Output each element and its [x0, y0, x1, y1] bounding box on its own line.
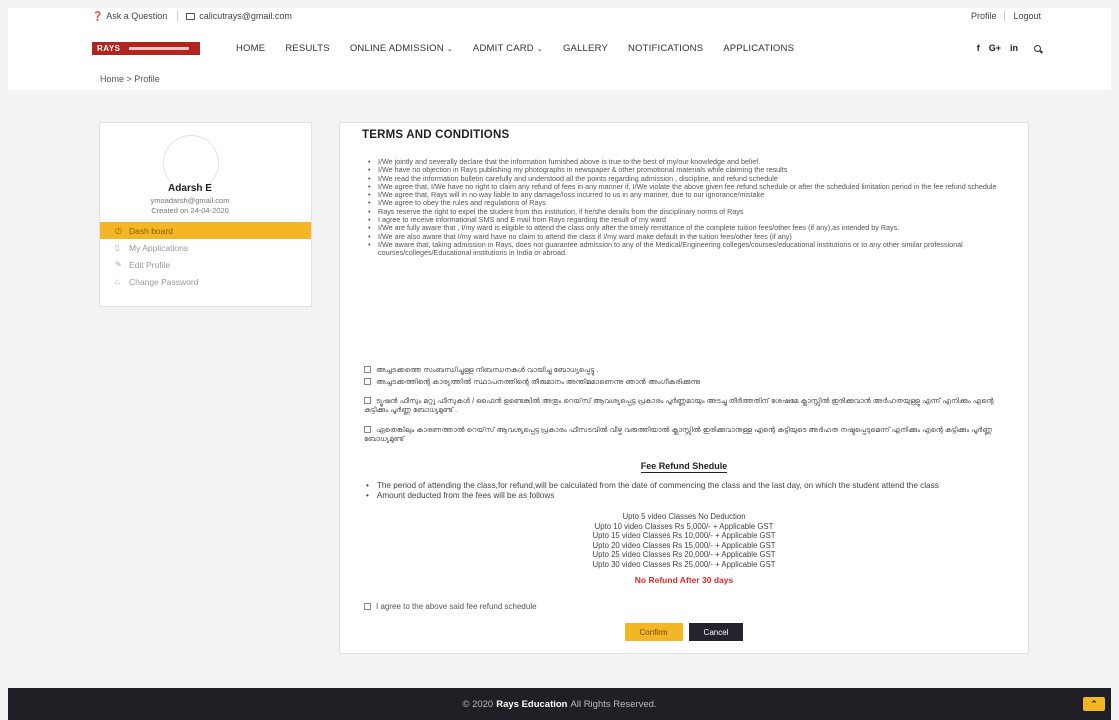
divider	[1004, 11, 1006, 21]
form-actions: Confirm Cancel	[340, 623, 1028, 641]
checkbox-label: അച്ചടക്കത്തിന്റെ കാര്യത്തിൽ സ്ഥാപനത്തിന്…	[376, 377, 701, 386]
confirm-button[interactable]: Confirm	[624, 623, 683, 641]
fee-para-1: The period of attending the class,for re…	[376, 481, 939, 490]
malayalam-check-3: ട്യൂഷൻ ഫീസും മറ്റു ഫീസുകൾ / ഫൈൻ ഉണ്ടെങ്ക…	[364, 396, 1014, 414]
nav-label: ONLINE ADMISSION	[349, 42, 444, 54]
checkbox[interactable]	[364, 426, 371, 433]
profile-name: Adarsh E	[168, 183, 212, 194]
sidebar-menu: ◷ Dash board ▯ My Applications ✎ Edit Pr…	[100, 222, 311, 290]
footer: © 2020 Rays Education All Rights Reserve…	[8, 688, 1111, 720]
checkbox-label: ഏതെങ്കിലും കാരണത്താൽ റെയ്‌സ് ആവശ്യപ്പെട്…	[364, 425, 992, 443]
nav-gallery[interactable]: GALLERY	[563, 43, 608, 54]
agree-refund-checkbox-row: I agree to the above said fee refund sch…	[364, 602, 537, 611]
chevron-up-icon: ⌃	[1090, 698, 1098, 709]
checkbox[interactable]	[364, 378, 371, 385]
bullet: •	[366, 490, 369, 500]
logo-text: RAYS	[97, 43, 121, 53]
chevron-down-icon: ⌄	[536, 45, 543, 53]
logo-tagline	[128, 46, 189, 50]
list-item: Upto 5 video Classes No Deduction	[622, 512, 746, 521]
sidebar-item-label: Change Password	[129, 276, 199, 287]
breadcrumb: Home > Profile	[100, 74, 160, 84]
sidebar-item-change-password[interactable]: ⌂ Change Password	[100, 273, 311, 290]
checkbox[interactable]	[364, 366, 371, 373]
scroll-to-top-button[interactable]: ⌃	[1083, 697, 1105, 711]
profile-email: ymoadarsh@gmail.com	[150, 196, 230, 205]
sidebar-item-my-applications[interactable]: ▯ My Applications	[100, 239, 311, 256]
email-link[interactable]: calicutrays@gmail.com	[186, 11, 292, 21]
nav-admit-card[interactable]: ADMIT CARD ⌄	[473, 43, 543, 54]
fee-refund-title: Fee Refund Shedule	[340, 461, 1028, 473]
copyright-text: All Rights Reserved.	[570, 698, 657, 710]
dashboard-icon: ◷	[115, 226, 122, 235]
nav-home[interactable]: HOME	[236, 43, 265, 54]
sidebar-item-edit-profile[interactable]: ✎ Edit Profile	[100, 256, 311, 273]
malayalam-check-1: അച്ചടക്കത്തെ സംബന്ധിച്ചുള്ള നിബന്ധനകൾ വാ…	[364, 365, 1014, 375]
footer-brand: Rays Education	[496, 698, 568, 710]
search-icon[interactable]	[1034, 44, 1041, 52]
nav-online-admission[interactable]: ONLINE ADMISSION ⌄	[350, 43, 453, 54]
list-item: Upto 20 video Classes Rs 15,000/- + Appl…	[592, 540, 776, 550]
linkedin-icon[interactable]: in	[1010, 43, 1018, 53]
list-item: Upto 10 video Classes Rs 5,000/- + Appli…	[594, 521, 774, 531]
profile-created-date: Created on 24-04-2020	[151, 206, 229, 215]
top-bar: ❓ Ask a Question calicutrays@gmail.com P…	[92, 8, 1041, 24]
ask-question-link[interactable]: ❓ Ask a Question	[92, 11, 167, 22]
page-title: TERMS AND CONDITIONS	[362, 129, 510, 141]
applications-icon: ▯	[115, 243, 120, 252]
agree-checkbox[interactable]	[364, 603, 371, 610]
profile-sidebar: Adarsh E ymoadarsh@gmail.com Created on …	[99, 122, 312, 307]
list-item: Upto 15 video Classes Rs 10,000/- + Appl…	[592, 531, 776, 541]
ask-question-label: Ask a Question	[106, 11, 168, 21]
sidebar-item-label: Edit Profile	[129, 259, 171, 270]
nav-label: ADMIT CARD	[472, 42, 534, 54]
cancel-button[interactable]: Cancel	[688, 623, 744, 641]
sidebar-item-dashboard[interactable]: ◷ Dash board	[100, 222, 311, 239]
nav-notifications[interactable]: NOTIFICATIONS	[628, 43, 703, 54]
list-item: Upto 30 video Classes Rs 25,000/- + Appl…	[592, 559, 776, 569]
checkbox-label: അച്ചടക്കത്തെ സംബന്ധിച്ചുള്ള നിബന്ധനകൾ വാ…	[376, 365, 599, 374]
facebook-icon[interactable]: f	[977, 43, 980, 53]
social-links: f G+ in	[968, 43, 1041, 53]
checkbox[interactable]	[364, 397, 371, 404]
main-nav: RAYS HOME RESULTS ONLINE ADMISSION ⌄ ADMI…	[92, 38, 1041, 58]
divider	[177, 11, 179, 21]
sidebar-item-label: Dash board	[129, 225, 173, 236]
fee-refund-description: • The period of attending the class,for r…	[364, 481, 1014, 500]
profile-link[interactable]: Profile	[971, 11, 997, 21]
logout-link[interactable]: Logout	[1013, 11, 1041, 21]
bullet: •	[366, 481, 369, 490]
page: ❓ Ask a Question calicutrays@gmail.com P…	[0, 0, 1119, 720]
question-icon: ❓	[92, 10, 104, 21]
list-item: I/We aware that, taking admission in Ray…	[366, 240, 1006, 258]
no-refund-notice: No Refund After 30 days	[634, 575, 734, 585]
email-text: calicutrays@gmail.com	[199, 11, 292, 21]
google-plus-icon[interactable]: G+	[989, 43, 1001, 53]
lock-icon: ⌂	[115, 277, 120, 286]
sidebar-item-label: My Applications	[129, 242, 189, 253]
nav-applications[interactable]: APPLICATIONS	[723, 43, 794, 54]
mail-icon	[186, 12, 196, 20]
rays-logo[interactable]: RAYS	[92, 41, 200, 55]
agree-label: I agree to the above said fee refund sch…	[376, 602, 537, 611]
edit-icon: ✎	[115, 260, 122, 269]
terms-card: TERMS AND CONDITIONS I/We jointly and se…	[339, 122, 1029, 654]
list-item: Upto 25 video Classes Rs 20,000/- + Appl…	[592, 550, 776, 560]
fee-refund-title-text: Fee Refund Shedule	[640, 461, 728, 473]
terms-list: I/We jointly and severally declare that …	[366, 157, 1006, 258]
chevron-down-icon: ⌄	[446, 45, 453, 53]
malayalam-check-4: ഏതെങ്കിലും കാരണത്താൽ റെയ്‌സ് ആവശ്യപ്പെട്…	[364, 425, 1014, 443]
checkbox-label: ട്യൂഷൻ ഫീസും മറ്റു ഫീസുകൾ / ഫൈൻ ഉണ്ടെങ്ക…	[364, 396, 994, 414]
deduction-list: Upto 5 video Classes No Deduction Upto 1…	[340, 512, 1028, 570]
copyright-year: © 2020	[462, 698, 494, 710]
fee-para-2: Amount deducted from the fees will be as…	[376, 490, 555, 500]
malayalam-check-2: അച്ചടക്കത്തിന്റെ കാര്യത്തിൽ സ്ഥാപനത്തിന്…	[364, 377, 1014, 387]
nav-results[interactable]: RESULTS	[285, 43, 330, 54]
